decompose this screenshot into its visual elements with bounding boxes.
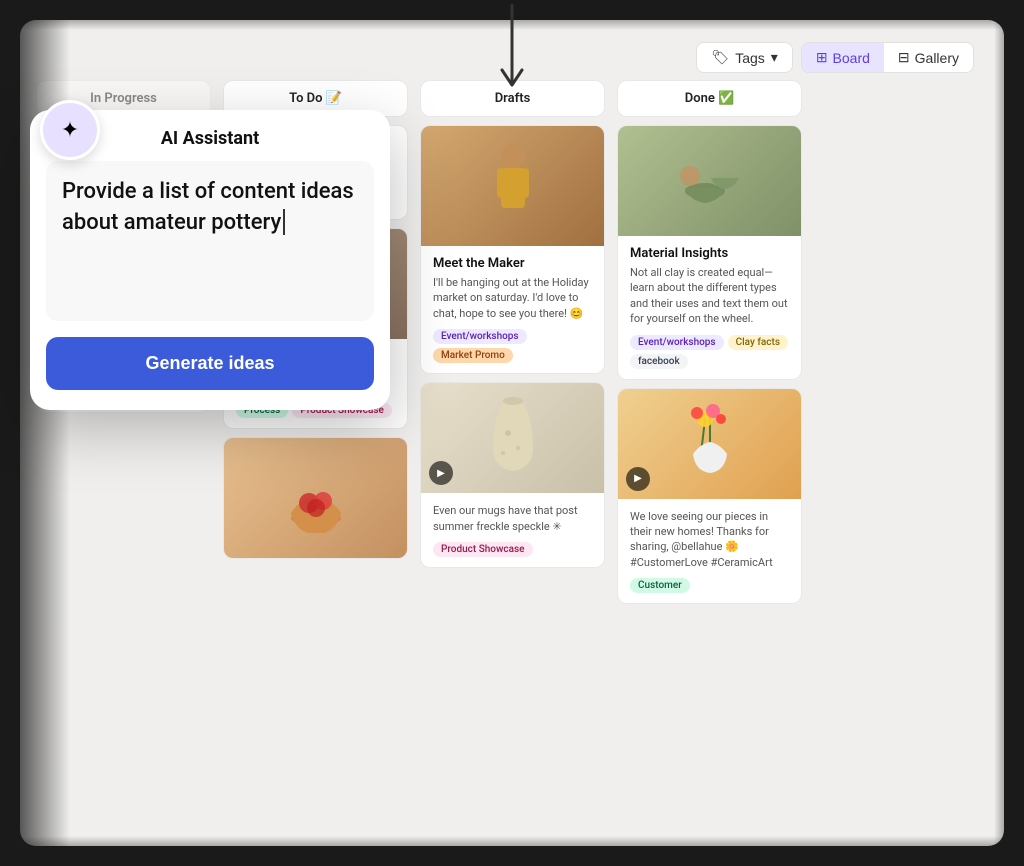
card-image-wrap xyxy=(618,126,801,236)
ai-input-area[interactable]: Provide a list of content ideas about am… xyxy=(46,161,374,321)
board-label: Board xyxy=(833,50,870,66)
card-text: Not all clay is created equal—learn abou… xyxy=(630,265,789,327)
ai-sparkle-icon: ✦ xyxy=(40,100,100,160)
tags-row: Event/workshops Market Promo xyxy=(433,329,592,363)
card-image-wrap: ▶ xyxy=(618,389,801,499)
tag-event: Event/workshops xyxy=(433,329,527,344)
card-title: Meet the Maker xyxy=(433,256,592,271)
tag-market-promo: Market Promo xyxy=(433,348,513,363)
top-bar: 🏷 Tags ▾ ⊞ Board ⊟ Gallery xyxy=(676,30,994,85)
gallery-view-button[interactable]: ⊟ Gallery xyxy=(884,43,973,72)
video-badge: ▶ xyxy=(429,461,453,485)
chevron-down-icon: ▾ xyxy=(771,49,778,66)
column-drafts: Drafts Meet the Maker xyxy=(420,80,605,836)
card-meet-maker[interactable]: Meet the Maker I'll be hanging out at th… xyxy=(420,125,605,374)
card-text: I'll be hanging out at the Holiday marke… xyxy=(433,275,592,321)
sparkle-symbol: ✦ xyxy=(61,118,79,143)
card-text: We love seeing our pieces in their new h… xyxy=(630,509,789,571)
card-apples[interactable] xyxy=(223,437,408,559)
generate-ideas-button[interactable]: Generate ideas xyxy=(46,337,374,390)
ai-input-text: Provide a list of content ideas about am… xyxy=(62,177,358,239)
tags-row: Event/workshops Clay facts xyxy=(630,335,789,350)
done-header: Done ✅ xyxy=(617,80,802,117)
card-body: We love seeing our pieces in their new h… xyxy=(618,499,801,604)
card-image-wrap: ▶ xyxy=(421,383,604,493)
card-body: Material Insights Not all clay is create… xyxy=(618,236,801,379)
board-icon: ⊞ xyxy=(816,49,828,66)
person-icon xyxy=(483,136,543,236)
card-image xyxy=(421,126,604,246)
tags-row: Customer xyxy=(630,578,789,593)
tag-customer: Customer xyxy=(630,578,690,593)
card-image xyxy=(618,126,801,236)
down-arrow xyxy=(482,0,542,120)
video-badge: ▶ xyxy=(626,467,650,491)
card-image-wrap xyxy=(421,126,604,246)
bowl-apples-icon xyxy=(281,463,351,533)
tag-clay-facts: Clay facts xyxy=(728,335,788,350)
card-freckle[interactable]: ▶ Even our mugs have that post summer fr… xyxy=(420,382,605,568)
bowls-icon xyxy=(670,146,750,216)
card-title: Material Insights xyxy=(630,246,789,261)
text-cursor xyxy=(283,209,285,235)
tag-product-showcase: Product Showcase xyxy=(433,542,533,557)
gallery-label: Gallery xyxy=(915,50,959,66)
card-body: Meet the Maker I'll be hanging out at th… xyxy=(421,246,604,373)
tags-button[interactable]: 🏷 Tags ▾ xyxy=(696,42,792,73)
card-image xyxy=(224,438,407,558)
tag-facebook: facebook xyxy=(630,354,688,369)
card-material[interactable]: Material Insights Not all clay is create… xyxy=(617,125,802,380)
tag-icon: 🏷 xyxy=(711,49,729,66)
tags-label: Tags xyxy=(735,50,765,66)
flowers-icon xyxy=(675,399,745,489)
tags-row-2: facebook xyxy=(630,354,789,369)
vase-icon xyxy=(483,393,543,483)
tag-event: Event/workshops xyxy=(630,335,724,350)
column-done: Done ✅ Materi xyxy=(617,80,802,836)
tags-row: Product Showcase xyxy=(433,542,592,557)
card-text: Even our mugs have that post summer frec… xyxy=(433,503,592,534)
board-view-button[interactable]: ⊞ Board xyxy=(802,43,884,72)
gallery-icon: ⊟ xyxy=(898,49,910,66)
card-body: Even our mugs have that post summer frec… xyxy=(421,493,604,567)
view-toggle: ⊞ Board ⊟ Gallery xyxy=(801,42,974,73)
card-customer[interactable]: ▶ We love seeing our pieces in their new… xyxy=(617,388,802,605)
